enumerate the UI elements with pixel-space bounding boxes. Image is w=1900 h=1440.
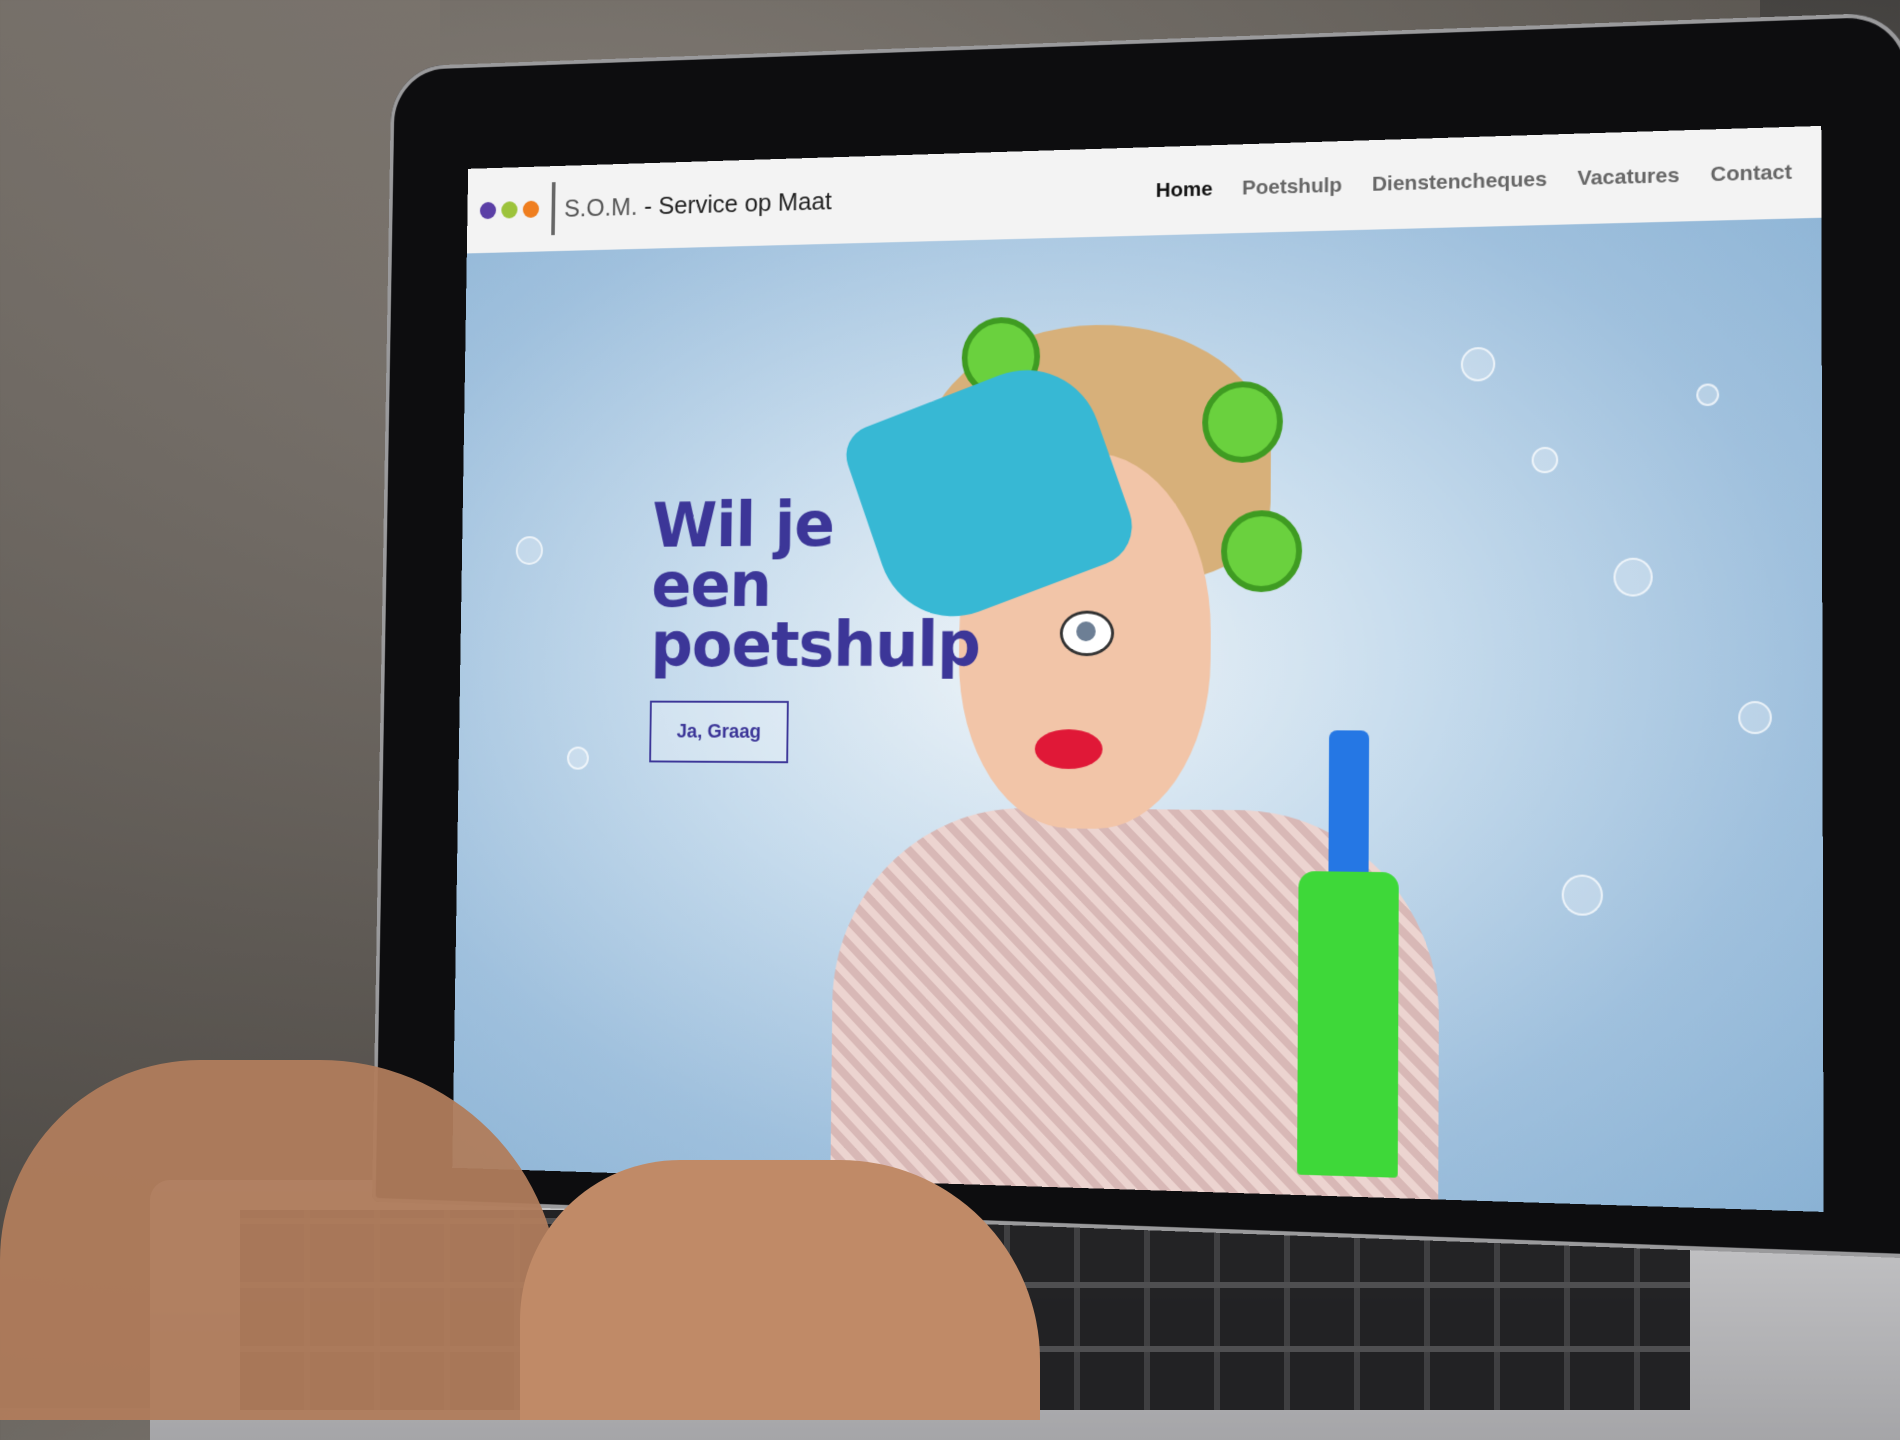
nav-poetshulp[interactable]: Poetshulp bbox=[1242, 174, 1342, 201]
water-droplet bbox=[1460, 346, 1496, 382]
laptop-screen: S.O.M. - Service op Maat Home Poetshulp … bbox=[452, 125, 1824, 1212]
site-logo[interactable]: S.O.M. - Service op Maat bbox=[479, 174, 832, 237]
hero-section: Wil je een poetshulp Ja, Graag bbox=[452, 217, 1824, 1212]
hero-image-spray-bottle bbox=[1297, 730, 1399, 1178]
water-droplet bbox=[1561, 874, 1603, 916]
hero-title: Wil je een poetshulp bbox=[650, 489, 981, 682]
hero-text: Wil je een poetshulp Ja, Graag bbox=[649, 489, 981, 765]
logo-name: - Service op Maat bbox=[643, 185, 832, 220]
nav-vacatures[interactable]: Vacatures bbox=[1578, 164, 1680, 191]
nav-home[interactable]: Home bbox=[1156, 178, 1213, 203]
spray-bottle-head bbox=[1328, 730, 1370, 883]
logo-dot-purple bbox=[479, 201, 497, 220]
hero-image-lips bbox=[1034, 729, 1103, 770]
logo-dot-green bbox=[501, 201, 518, 219]
nav-dienstencheques[interactable]: Dienstencheques bbox=[1372, 168, 1547, 197]
spray-bottle-body bbox=[1297, 871, 1399, 1178]
water-droplet bbox=[1696, 383, 1720, 407]
hero-image-roller bbox=[1220, 509, 1303, 593]
main-nav: Home Poetshulp Dienstencheques Vacatures… bbox=[1156, 160, 1792, 202]
water-droplet bbox=[1613, 557, 1653, 597]
water-droplet bbox=[1531, 446, 1559, 474]
logo-text: S.O.M. - Service op Maat bbox=[564, 186, 832, 223]
cta-button[interactable]: Ja, Graag bbox=[649, 700, 789, 764]
logo-dot-orange bbox=[522, 200, 540, 219]
nav-contact[interactable]: Contact bbox=[1710, 160, 1791, 187]
logo-abbreviation: S.O.M. bbox=[564, 191, 638, 223]
water-droplet bbox=[515, 536, 544, 565]
logo-divider bbox=[551, 182, 556, 236]
water-droplet bbox=[1738, 701, 1772, 735]
hero-image-eye bbox=[1059, 610, 1115, 657]
hero-image-roller bbox=[1201, 380, 1284, 464]
water-droplet bbox=[566, 746, 590, 770]
